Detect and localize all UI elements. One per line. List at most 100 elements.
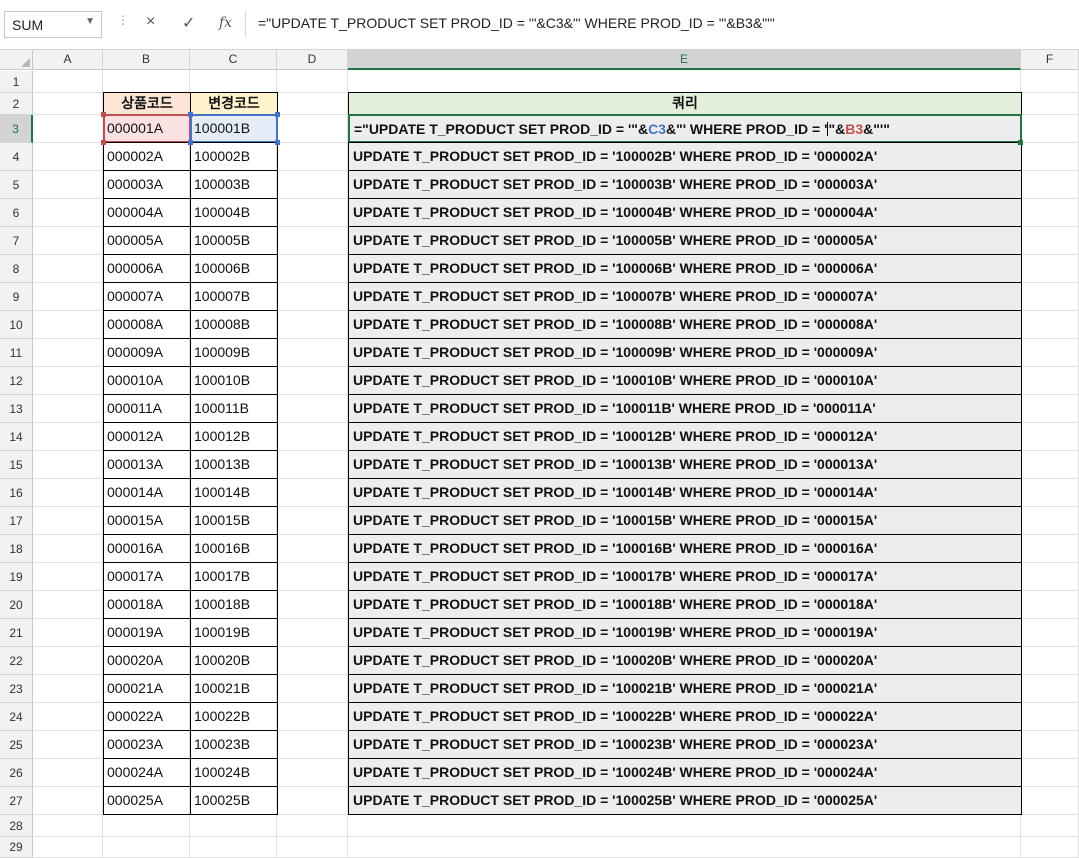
cell-query[interactable]: UPDATE T_PRODUCT SET PROD_ID = '100016B'… xyxy=(348,534,1022,563)
row-header-15[interactable]: 15 xyxy=(0,451,33,479)
cell-product-code[interactable]: 000008A xyxy=(103,310,191,339)
cell-product-code[interactable]: 000014A xyxy=(103,478,191,507)
cell-change-code[interactable]: 100020B xyxy=(190,646,278,675)
cell-query[interactable]: UPDATE T_PRODUCT SET PROD_ID = '100015B'… xyxy=(348,506,1022,535)
cell-product-code[interactable]: 000012A xyxy=(103,422,191,451)
cell-query[interactable]: UPDATE T_PRODUCT SET PROD_ID = '100007B'… xyxy=(348,282,1022,311)
range-handle[interactable] xyxy=(275,140,280,145)
cell-change-code[interactable]: 100003B xyxy=(190,170,278,199)
cell-change-code[interactable]: 100022B xyxy=(190,702,278,731)
cell-product-code[interactable]: 000018A xyxy=(103,590,191,619)
row-header-27[interactable]: 27 xyxy=(0,787,33,815)
row-header-17[interactable]: 17 xyxy=(0,507,33,535)
cell-query[interactable]: UPDATE T_PRODUCT SET PROD_ID = '100004B'… xyxy=(348,198,1022,227)
cell-query[interactable]: UPDATE T_PRODUCT SET PROD_ID = '100017B'… xyxy=(348,562,1022,591)
cell-query[interactable]: UPDATE T_PRODUCT SET PROD_ID = '100006B'… xyxy=(348,254,1022,283)
cell-product-code[interactable]: 000010A xyxy=(103,366,191,395)
cell-product-code[interactable]: 000023A xyxy=(103,730,191,759)
cell-query[interactable]: UPDATE T_PRODUCT SET PROD_ID = '100003B'… xyxy=(348,170,1022,199)
row-header-13[interactable]: 13 xyxy=(0,395,33,423)
row-header-29[interactable]: 29 xyxy=(0,837,33,858)
column-header-d[interactable]: D xyxy=(277,50,348,70)
cell-product-code[interactable]: 000016A xyxy=(103,534,191,563)
row-header-5[interactable]: 5 xyxy=(0,171,33,199)
cell-product-code[interactable]: 000007A xyxy=(103,282,191,311)
cell-product-code[interactable]: 000022A xyxy=(103,702,191,731)
cell-query[interactable]: UPDATE T_PRODUCT SET PROD_ID = '100020B'… xyxy=(348,646,1022,675)
select-all-button[interactable] xyxy=(0,50,33,70)
cell-query[interactable]: UPDATE T_PRODUCT SET PROD_ID = '100022B'… xyxy=(348,702,1022,731)
cell-query[interactable]: UPDATE T_PRODUCT SET PROD_ID = '100018B'… xyxy=(348,590,1022,619)
cell-product-code[interactable]: 000025A xyxy=(103,786,191,815)
row-header-18[interactable]: 18 xyxy=(0,535,33,563)
row-header-4[interactable]: 4 xyxy=(0,143,33,171)
cell-change-code[interactable]: 100011B xyxy=(190,394,278,423)
cell-change-code[interactable]: 100013B xyxy=(190,450,278,479)
cell-query[interactable]: UPDATE T_PRODUCT SET PROD_ID = '100009B'… xyxy=(348,338,1022,367)
row-header-6[interactable]: 6 xyxy=(0,199,33,227)
range-handle[interactable] xyxy=(101,140,106,145)
row-header-21[interactable]: 21 xyxy=(0,619,33,647)
cell-change-code[interactable]: 100023B xyxy=(190,730,278,759)
cell-query[interactable]: UPDATE T_PRODUCT SET PROD_ID = '100010B'… xyxy=(348,366,1022,395)
range-handle[interactable] xyxy=(188,140,193,145)
fill-handle[interactable] xyxy=(1018,140,1023,145)
formula-input[interactable]: ="UPDATE T_PRODUCT SET PROD_ID = '"&C3&"… xyxy=(258,15,775,31)
cell-query[interactable]: UPDATE T_PRODUCT SET PROD_ID = '100014B'… xyxy=(348,478,1022,507)
header-change-code[interactable]: 변경코드 xyxy=(190,92,278,115)
cell-query[interactable]: UPDATE T_PRODUCT SET PROD_ID = '100013B'… xyxy=(348,450,1022,479)
cell-change-code[interactable]: 100016B xyxy=(190,534,278,563)
column-header-e[interactable]: E xyxy=(348,50,1021,70)
cell-change-code[interactable]: 100008B xyxy=(190,310,278,339)
column-header-c[interactable]: C xyxy=(190,50,277,70)
cell-change-code[interactable]: 100001B xyxy=(190,114,278,143)
row-header-26[interactable]: 26 xyxy=(0,759,33,787)
cell-product-code[interactable]: 000003A xyxy=(103,170,191,199)
cell-product-code[interactable]: 000017A xyxy=(103,562,191,591)
row-header-11[interactable]: 11 xyxy=(0,339,33,367)
cell-change-code[interactable]: 100009B xyxy=(190,338,278,367)
cell-product-code[interactable]: 000001A xyxy=(103,114,191,143)
row-header-22[interactable]: 22 xyxy=(0,647,33,675)
insert-function-icon[interactable]: fx xyxy=(219,15,232,31)
active-cell-editing[interactable]: ="UPDATE T_PRODUCT SET PROD_ID = '"&C3&"… xyxy=(348,114,1022,143)
name-box-dropdown-icon[interactable]: ▼ xyxy=(85,16,95,27)
cell-product-code[interactable]: 000004A xyxy=(103,198,191,227)
row-header-7[interactable]: 7 xyxy=(0,227,33,255)
cell-query[interactable]: UPDATE T_PRODUCT SET PROD_ID = '100002B'… xyxy=(348,142,1022,171)
cell-product-code[interactable]: 000024A xyxy=(103,758,191,787)
cell-change-code[interactable]: 100014B xyxy=(190,478,278,507)
row-header-23[interactable]: 23 xyxy=(0,675,33,703)
cell-query[interactable]: UPDATE T_PRODUCT SET PROD_ID = '100008B'… xyxy=(348,310,1022,339)
range-handle[interactable] xyxy=(101,112,106,117)
column-header-b[interactable]: B xyxy=(103,50,190,70)
cell-change-code[interactable]: 100024B xyxy=(190,758,278,787)
cell-change-code[interactable]: 100010B xyxy=(190,366,278,395)
row-header-9[interactable]: 9 xyxy=(0,283,33,311)
header-query[interactable]: 쿼리 xyxy=(348,92,1022,115)
column-header-a[interactable]: A xyxy=(33,50,103,70)
cell-query[interactable]: UPDATE T_PRODUCT SET PROD_ID = '100019B'… xyxy=(348,618,1022,647)
cell-product-code[interactable]: 000011A xyxy=(103,394,191,423)
row-header-10[interactable]: 10 xyxy=(0,311,33,339)
cell-product-code[interactable]: 000006A xyxy=(103,254,191,283)
cell-product-code[interactable]: 000015A xyxy=(103,506,191,535)
cell-change-code[interactable]: 100005B xyxy=(190,226,278,255)
cell-product-code[interactable]: 000021A xyxy=(103,674,191,703)
cancel-icon[interactable]: × xyxy=(146,13,155,31)
row-header-3[interactable]: 3 xyxy=(0,115,33,143)
cell-change-code[interactable]: 100025B xyxy=(190,786,278,815)
row-header-20[interactable]: 20 xyxy=(0,591,33,619)
cell-product-code[interactable]: 000005A xyxy=(103,226,191,255)
range-handle[interactable] xyxy=(275,112,280,117)
name-box[interactable]: SUM ▼ xyxy=(4,11,102,38)
column-header-f[interactable]: F xyxy=(1021,50,1079,70)
cell-change-code[interactable]: 100017B xyxy=(190,562,278,591)
row-header-19[interactable]: 19 xyxy=(0,563,33,591)
cell-product-code[interactable]: 000020A xyxy=(103,646,191,675)
cell-product-code[interactable]: 000002A xyxy=(103,142,191,171)
enter-icon[interactable]: ✓ xyxy=(182,13,195,33)
cell-query[interactable]: UPDATE T_PRODUCT SET PROD_ID = '100021B'… xyxy=(348,674,1022,703)
row-header-2[interactable]: 2 xyxy=(0,93,33,115)
cell-query[interactable]: UPDATE T_PRODUCT SET PROD_ID = '100024B'… xyxy=(348,758,1022,787)
